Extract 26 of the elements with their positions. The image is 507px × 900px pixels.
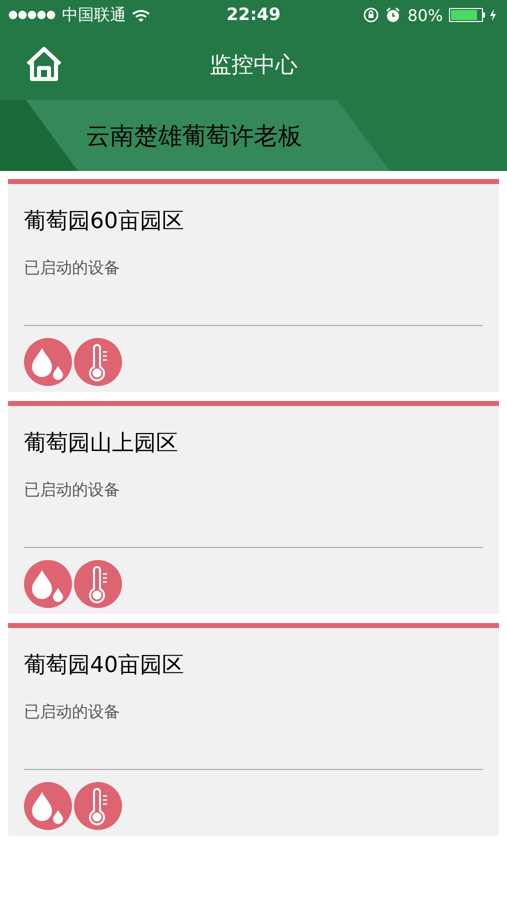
home-icon[interactable] [24, 46, 64, 82]
water-drops-icon [24, 338, 72, 386]
zone-name: 葡萄园山上园区 [24, 430, 179, 458]
zone-card[interactable]: 葡萄园40亩园区 已启动的设备 [8, 623, 499, 836]
devices-label: 已启动的设备 [24, 480, 121, 501]
thermometer-icon [74, 782, 122, 830]
zone-name: 葡萄园60亩园区 [24, 208, 185, 236]
wifi-icon [132, 8, 150, 22]
devices-label: 已启动的设备 [24, 258, 121, 279]
rotation-lock-icon [363, 7, 380, 23]
thermometer-icon [74, 560, 122, 608]
signal-icon [8, 10, 56, 20]
battery-charging-icon [449, 8, 499, 22]
carrier-name: 中国联通 [62, 4, 126, 26]
zone-name: 葡萄园40亩园区 [24, 652, 185, 680]
status-time: 22:49 [226, 5, 281, 25]
thermometer-icon [74, 338, 122, 386]
zone-card[interactable]: 葡萄园山上园区 已启动的设备 [8, 401, 499, 614]
alarm-icon [385, 7, 402, 23]
owner-name: 云南楚雄葡萄许老板 [86, 120, 302, 152]
battery-percent: 80% [407, 6, 443, 24]
water-drops-icon [24, 782, 72, 830]
page-title: 监控中心 [208, 52, 298, 80]
water-drops-icon [24, 560, 72, 608]
devices-label: 已启动的设备 [24, 702, 121, 723]
zone-card[interactable]: 葡萄园60亩园区 已启动的设备 [8, 179, 499, 392]
